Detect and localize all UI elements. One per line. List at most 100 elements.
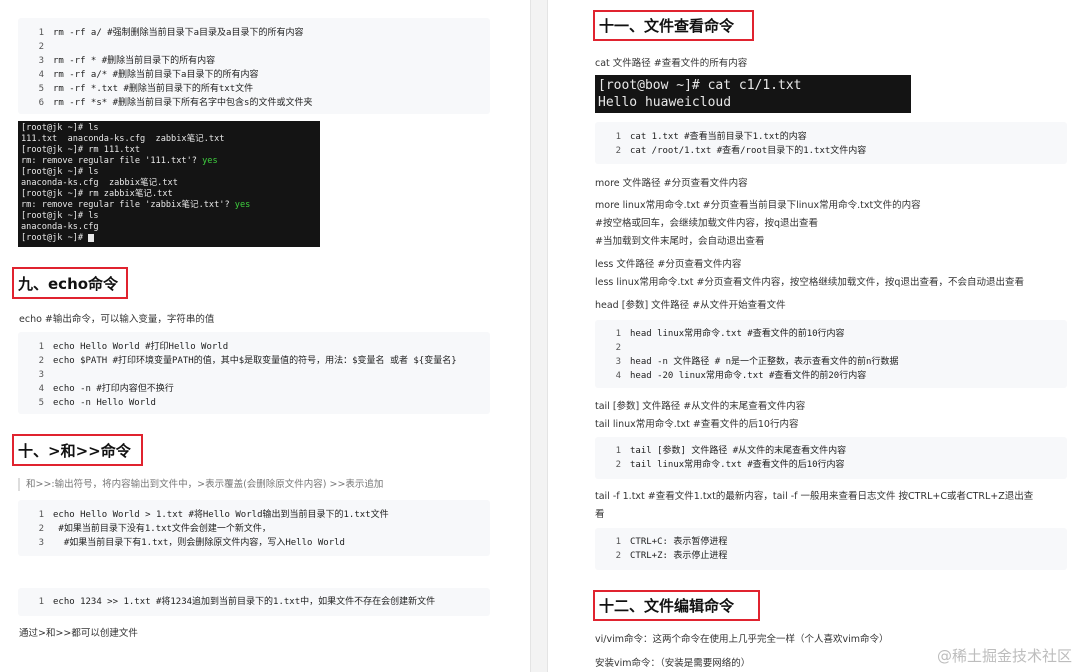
terminal-line-text: [root@jk ~]# rm 111.txt bbox=[21, 145, 140, 155]
code-line-number: 5 bbox=[38, 398, 44, 408]
terminal-line: Hello huaweicloud bbox=[598, 94, 908, 111]
code-line-number: 2 bbox=[615, 146, 621, 156]
terminal-line-text: [root@jk ~]# ls bbox=[21, 211, 99, 221]
paragraph-line: #按空格或回车，会继续加载文件内容，按q退出查看 bbox=[595, 218, 818, 229]
code-line-text: echo 1234 >> 1.txt #将1234追加到当前目录下的1.txt中… bbox=[53, 597, 436, 607]
append-code-block: 1 echo 1234 >> 1.txt #将1234追加到当前目录下的1.txt… bbox=[18, 588, 490, 616]
code-line-text: rm -rf a/ #强制删除当前目录下a目录及a目录下的所有内容 bbox=[53, 28, 304, 38]
code-line-text: #如果当前目录下有1.txt，则会删除原文件内容，写入Hello World bbox=[53, 538, 345, 548]
ctrl-code-block: 1 CTRL+C: 表示暂停进程 2 CTRL+Z: 表示停止进程 bbox=[595, 528, 1067, 570]
code-line-text: rm -rf a/* #删除当前目录下a目录下的所有内容 bbox=[53, 70, 259, 80]
heading-file-view-text: 十一、文件查看命令 bbox=[599, 17, 735, 35]
code-line-text: tail linux常用命令.txt #查看文件的后10行内容 bbox=[630, 460, 845, 470]
code-line-number: 3 bbox=[38, 538, 44, 548]
code-line-text: tail [参数] 文件路径 #从文件的末尾查看文件内容 bbox=[630, 446, 847, 456]
heading-file-edit-text: 十二、文件编辑命令 bbox=[599, 597, 735, 615]
code-line-number: 2 bbox=[615, 460, 621, 470]
code-line-number: 1 bbox=[615, 132, 621, 142]
terminal-line: rm: remove regular file '111.txt'? yes bbox=[21, 156, 317, 167]
code-line-text: echo Hello World > 1.txt #将Hello World输出… bbox=[53, 510, 389, 520]
rm-terminal-screenshot: [root@jk ~]# ls 111.txt anaconda-ks.cfg z… bbox=[18, 121, 320, 247]
heading-file-edit-command: 十二、文件编辑命令 bbox=[593, 590, 760, 621]
rm-code-block: 1 rm -rf a/ #强制删除当前目录下a目录及a目录下的所有内容 2 3 rm -… bbox=[18, 18, 490, 114]
code-line-number: 1 bbox=[615, 537, 621, 547]
heading-redirect-command: 十、>和>>命令 bbox=[12, 434, 143, 466]
cat-description: cat 文件路径 #查看文件的所有内容 bbox=[595, 58, 748, 69]
code-line-number: 3 bbox=[38, 370, 44, 380]
paragraph-line: vi/vim命令：这两个命令在使用上几乎完全一样（个人喜欢vim命令） bbox=[595, 634, 889, 645]
cat-code-block: 1 cat 1.txt #查看当前目录下1.txt的内容 2 cat /root/1.… bbox=[595, 122, 1067, 164]
code-line-text: CTRL+C: 表示暂停进程 bbox=[630, 537, 728, 547]
page-gap bbox=[530, 0, 548, 672]
code-line-number: 2 bbox=[615, 343, 621, 353]
terminal-line: rm: remove regular file 'zabbix笔记.txt'? … bbox=[21, 200, 317, 211]
code-line-text: head -n 文件路径 # n是一个正整数，表示查看文件的前n行数据 bbox=[630, 357, 899, 367]
paragraph-line: head [参数] 文件路径 #从文件开始查看文件 bbox=[595, 300, 786, 311]
terminal-answer-yes: yes bbox=[234, 200, 251, 210]
terminal-line-text: 111.txt anaconda-ks.cfg zabbix笔记.txt bbox=[21, 134, 225, 144]
paragraph-line: more 文件路径 #分页查看文件内容 bbox=[595, 178, 748, 189]
terminal-line: [root@jk ~]# rm zabbix笔记.txt bbox=[21, 189, 317, 200]
redirect-code-block: 1 echo Hello World > 1.txt #将Hello World输… bbox=[18, 500, 490, 556]
heading-echo-text: 九、echo命令 bbox=[18, 274, 119, 293]
watermark: @稀土掘金技术社区 bbox=[936, 647, 1072, 665]
terminal-line: [root@jk ~]# bbox=[21, 233, 317, 244]
code-line-text: cat /root/1.txt #查看/root目录下的1.txt文件内容 bbox=[630, 146, 867, 156]
paragraph-line: tail linux常用命令.txt #查看文件的后10行内容 bbox=[595, 419, 799, 430]
code-line-text: head linux常用命令.txt #查看文件的前10行内容 bbox=[630, 329, 845, 339]
terminal-line-text: [root@jk ~]# rm zabbix笔记.txt bbox=[21, 189, 173, 199]
code-line-text: echo $PATH #打印环境变量PATH的值，其中$是取变量值的符号，用法：… bbox=[53, 356, 457, 366]
terminal-line: [root@jk ~]# ls bbox=[21, 211, 317, 222]
terminal-line: [root@jk ~]# ls bbox=[21, 167, 317, 178]
code-line-number: 1 bbox=[38, 28, 44, 38]
paragraph-line: less 文件路径 #分页查看文件内容 bbox=[595, 259, 742, 270]
cat-terminal-screenshot: [root@bow ~]# cat c1/1.txt Hello huaweicl… bbox=[595, 75, 911, 113]
terminal-line: [root@jk ~]# rm 111.txt bbox=[21, 145, 317, 156]
terminal-line-text: [root@bow ~]# cat c1/1.txt bbox=[598, 78, 802, 93]
code-line-number: 3 bbox=[615, 357, 621, 367]
code-line-text: echo -n #打印内容但不换行 bbox=[53, 384, 174, 394]
code-line-number: 1 bbox=[38, 342, 44, 352]
terminal-line: [root@bow ~]# cat c1/1.txt bbox=[598, 77, 908, 94]
redirect-quote: 和>>:输出符号，将内容输出到文件中，>表示覆盖(会删除原文件内容) >>表示追… bbox=[18, 478, 383, 491]
paragraph-line: less linux常用命令.txt #分页查看文件内容，按空格继续加载文件，按… bbox=[595, 277, 1024, 288]
code-line-number: 5 bbox=[38, 84, 44, 94]
echo-description: echo #输出命令，可以输入变量，字符串的值 bbox=[19, 314, 215, 325]
redirect-note: 通过>和>>都可以创建文件 bbox=[19, 628, 138, 639]
code-line-text: rm -rf * #删除当前目录下的所有内容 bbox=[53, 56, 216, 66]
terminal-line: [root@jk ~]# ls bbox=[21, 123, 317, 134]
code-line-number: 1 bbox=[615, 446, 621, 456]
code-line-number: 1 bbox=[615, 329, 621, 339]
paragraph-line: 安装vim命令：（安装是需要网络的） bbox=[595, 658, 751, 669]
echo-code-block: 1 echo Hello World #打印Hello World 2 echo $P… bbox=[18, 332, 490, 414]
code-line-number: 2 bbox=[38, 356, 44, 366]
code-line-text: echo Hello World #打印Hello World bbox=[53, 342, 229, 352]
code-line-text: #如果当前目录下没有1.txt文件会创建一个新文件， bbox=[53, 524, 271, 534]
terminal-line-text: rm: remove regular file '111.txt'? bbox=[21, 156, 203, 166]
code-line-number: 4 bbox=[615, 371, 621, 381]
code-line-text: CTRL+Z: 表示停止进程 bbox=[630, 551, 728, 561]
head-code-block: 1 head linux常用命令.txt #查看文件的前10行内容 2 3 head -… bbox=[595, 320, 1067, 388]
tail-code-block: 1 tail [参数] 文件路径 #从文件的末尾查看文件内容 2 tail linux… bbox=[595, 437, 1067, 479]
code-line-number: 4 bbox=[38, 70, 44, 80]
right-page: 十一、文件查看命令 cat 文件路径 #查看文件的所有内容 [root@bow … bbox=[548, 0, 1080, 672]
code-line-text: rm -rf *.txt #删除当前目录下的所有txt文件 bbox=[53, 84, 254, 94]
code-line-number: 4 bbox=[38, 384, 44, 394]
terminal-line: anaconda-ks.cfg bbox=[21, 222, 317, 233]
heading-redirect-text: 十、>和>>命令 bbox=[18, 441, 131, 460]
code-line-text: head -20 linux常用命令.txt #查看文件的前20行内容 bbox=[630, 371, 867, 381]
paragraph-line: tail -f 1.txt #查看文件1.txt的最新内容，tail -f 一般… bbox=[595, 491, 1034, 502]
code-line-text: echo -n Hello World bbox=[53, 398, 156, 408]
code-line-number: 2 bbox=[38, 42, 44, 52]
heading-echo-command: 九、echo命令 bbox=[12, 267, 128, 299]
code-line-number: 6 bbox=[38, 98, 44, 108]
terminal-line-text: [root@jk ~]# ls bbox=[21, 167, 99, 177]
terminal-line: anaconda-ks.cfg zabbix笔记.txt bbox=[21, 178, 317, 189]
paragraph-line: tail [参数] 文件路径 #从文件的末尾查看文件内容 bbox=[595, 401, 806, 412]
terminal-line-text: [root@jk ~]# bbox=[21, 233, 89, 243]
terminal-line-text: anaconda-ks.cfg zabbix笔记.txt bbox=[21, 178, 178, 188]
terminal-line: 111.txt anaconda-ks.cfg zabbix笔记.txt bbox=[21, 134, 317, 145]
heading-file-view-command: 十一、文件查看命令 bbox=[593, 10, 754, 41]
left-page: 1 rm -rf a/ #强制删除当前目录下a目录及a目录下的所有内容 2 3 rm -… bbox=[0, 0, 530, 672]
code-line-number: 1 bbox=[38, 597, 44, 607]
